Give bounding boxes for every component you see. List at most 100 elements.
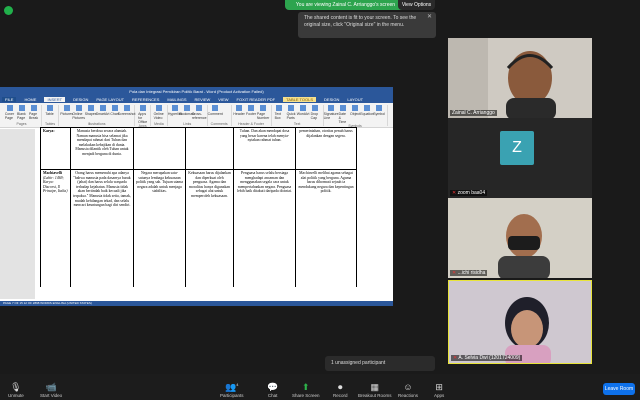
table-cell: Orang harus memenuhi apa adanya "bahwa m… — [70, 169, 134, 290]
ribbon-icon — [184, 105, 191, 111]
ribbon-button-label: WordArt — [296, 112, 310, 116]
table-cell: pemerintahan, otoritas penuh harus dijal… — [295, 127, 357, 170]
mic-muted-icon: 🎙 — [10, 382, 22, 392]
ribbon-button[interactable]: Date & Time — [339, 105, 348, 124]
tab-home[interactable]: HOME — [24, 97, 36, 102]
insert-ribbon: Cover Page Blank Page Page Break Pages Table… — [0, 103, 393, 128]
ribbon-icon — [6, 105, 13, 111]
ribbon-button[interactable]: Cross-reference — [192, 105, 207, 120]
unmute-button[interactable]: 🎙 Unmute — [8, 382, 24, 398]
tab-file[interactable]: FILE — [2, 97, 17, 102]
ribbon-icon — [155, 105, 162, 111]
ribbon-group-label: Tables — [45, 122, 56, 126]
next-page — [35, 287, 393, 299]
ribbon-button[interactable]: Page Number — [257, 105, 269, 120]
ribbon-icon — [276, 105, 283, 111]
share-status-indicator[interactable] — [4, 2, 13, 20]
tab-table-design[interactable]: DESIGN — [324, 97, 339, 102]
chat-button[interactable]: 💬 Chat — [267, 382, 278, 398]
ribbon-button[interactable]: Online Pictures — [72, 105, 85, 120]
ribbon-button[interactable]: Header — [233, 105, 245, 120]
ribbon-button[interactable]: Apps for Office — [138, 105, 147, 124]
ribbon-group: Apps for Office Apps — [135, 105, 152, 128]
ribbon-button-label: Table — [45, 112, 54, 116]
ribbon-button-label: Equation — [360, 112, 375, 116]
ribbon-button-label: Comment — [207, 112, 223, 116]
ribbon-button[interactable]: Screenshot — [118, 105, 135, 120]
ribbon-button-label: Text Box — [274, 112, 282, 120]
ribbon-button[interactable]: WordArt — [296, 105, 310, 120]
ribbon-button-label: Screenshot — [117, 112, 136, 116]
ribbon-icon — [30, 105, 37, 111]
video-tile-risidha[interactable]: ✕ ...ichi risidha — [448, 198, 592, 278]
video-tile-selvia[interactable]: ✕ A. Selvia Dwi (1201724009) — [448, 280, 592, 364]
ribbon-icon — [139, 105, 146, 111]
ribbon-button[interactable]: Bookmark — [179, 105, 195, 120]
unassigned-participant-notice[interactable]: 1 unassigned participant — [325, 356, 435, 371]
ribbon-button[interactable]: Quick Parts — [287, 105, 296, 120]
participants-button[interactable]: 👥4 Participants — [220, 379, 244, 398]
video-tile-zoom-baa04[interactable]: Z ✕ zoom baa04 — [448, 118, 592, 198]
muted-mic-icon: ✕ — [452, 270, 457, 276]
button-label: Breakout Rooms — [358, 393, 392, 398]
tab-references[interactable]: REFERENCES — [132, 97, 159, 102]
ribbon-icon — [46, 105, 53, 111]
participant-video — [448, 198, 592, 278]
fit-screen-tooltip: The shared content is fit to your screen… — [298, 12, 436, 38]
document-area[interactable]: Karya: Manusia berdosa secara alamiah. N… — [0, 127, 393, 299]
ribbon-icon — [87, 105, 94, 111]
ribbon-button[interactable]: Drop Cap — [311, 105, 320, 120]
record-button[interactable]: ⏺ Record — [333, 382, 348, 398]
apps-button[interactable]: ⊞ Apps — [434, 382, 444, 398]
table-cell: Machiavelli melihat agama sebagai alat p… — [295, 169, 357, 290]
breakout-rooms-button[interactable]: ▦ Breakout Rooms — [358, 382, 392, 398]
table-row: Machiavelli (Lahir: 1469; Karya: Discorsi… — [40, 169, 357, 290]
tab-page-layout[interactable]: PAGE LAYOUT — [96, 97, 124, 102]
ribbon-group: Header Footer Page Number Header & Footer — [232, 105, 272, 126]
ribbon-icon — [63, 105, 70, 111]
table-row: Karya: Manusia berdosa secara alamiah. N… — [40, 127, 357, 170]
ribbon-button[interactable]: Text Box — [275, 105, 284, 120]
tooltip-text: The shared content is fit to your screen… — [304, 15, 417, 28]
ribbon-button[interactable]: Table — [45, 105, 54, 116]
ribbon-group: Comment Comments — [208, 105, 232, 126]
ribbon-button[interactable]: Shapes — [85, 105, 97, 120]
reactions-button[interactable]: ☺ Reactions — [398, 382, 418, 398]
ribbon-button[interactable]: Signature Line — [324, 105, 339, 124]
ribbon-group: Cover Page Blank Page Page Break Pages — [2, 105, 42, 126]
ribbon-button[interactable]: Pictures — [60, 105, 73, 120]
ribbon-button[interactable]: Comment — [207, 105, 223, 116]
tab-table-layout[interactable]: LAYOUT — [347, 97, 363, 102]
ribbon-button[interactable]: Object — [350, 105, 360, 124]
ribbon-button[interactable]: Blank Page — [17, 105, 26, 120]
ribbon-button[interactable]: Footer — [246, 105, 256, 120]
ribbon-button[interactable]: Page Break — [29, 105, 38, 120]
ribbon-button-label: Header — [233, 112, 245, 116]
tab-mailings[interactable]: MAILINGS — [167, 97, 186, 102]
ribbon-button[interactable]: Equation — [360, 105, 375, 124]
tab-insert[interactable]: INSERT — [44, 97, 66, 102]
ribbon-button[interactable]: SmartArt — [95, 105, 110, 120]
button-label: Start Video — [40, 393, 63, 398]
ribbon-group-label: Comments — [210, 122, 228, 126]
ribbon-button-label: Page Break — [28, 112, 39, 120]
table-cell: Karya: — [40, 127, 71, 170]
share-screen-button[interactable]: ⬆ Share Screen — [292, 382, 320, 398]
ribbon-group-label: Header & Footer — [238, 122, 265, 126]
ribbon-icon — [123, 105, 130, 111]
start-video-button[interactable]: 📹 Start Video — [40, 382, 62, 398]
tab-design[interactable]: DESIGN — [73, 97, 88, 102]
ribbon-button-label: SmartArt — [95, 112, 110, 116]
close-icon[interactable]: ✕ — [427, 14, 432, 21]
ribbon-button[interactable]: Online Video — [154, 105, 164, 120]
tab-view[interactable]: VIEW — [218, 97, 228, 102]
participant-name-text: zoom baa04 — [457, 190, 486, 196]
tab-review[interactable]: REVIEW — [195, 97, 211, 102]
ribbon-group-label: Pages — [16, 122, 27, 126]
tab-foxit[interactable]: FOXIT READER PDF — [237, 97, 276, 102]
ribbon-button[interactable]: Cover Page — [5, 105, 14, 120]
leave-room-button[interactable]: Leave Room — [603, 383, 635, 395]
video-tile-host[interactable]: Zainal C. Arrianggo — [448, 38, 592, 118]
ribbon-button[interactable]: Symbol — [373, 105, 385, 124]
view-options-button[interactable]: View Options — [398, 0, 435, 10]
